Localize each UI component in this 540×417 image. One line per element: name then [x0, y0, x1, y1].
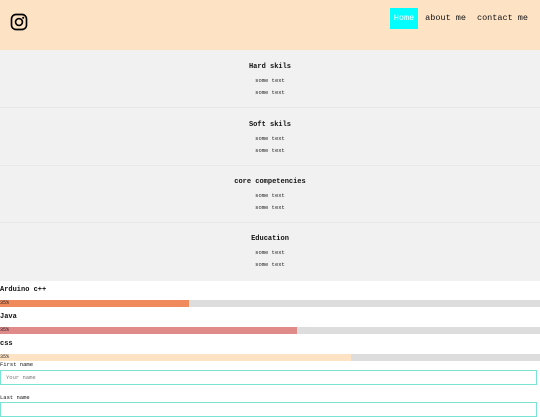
skill-percent: 35% [0, 354, 10, 360]
section-text: some text [255, 192, 285, 199]
section-text: some text [255, 77, 285, 84]
nav-contact-me[interactable]: contact me [473, 8, 532, 29]
section-text: some text [255, 147, 285, 154]
nav-menu: Home about me contact me [387, 8, 532, 29]
sections-area: Hard skils some text some text Soft skil… [0, 50, 540, 281]
skill-name: Arduino c++ [0, 286, 47, 294]
section-title: Education [251, 235, 289, 243]
skill-name: css [0, 340, 13, 348]
section-text: some text [255, 135, 285, 142]
skill-bar-fill [0, 354, 351, 361]
section-text: some text [255, 261, 285, 268]
last-name-label: Last name [0, 394, 30, 401]
section-soft-skills: Soft skils some text some text [0, 108, 540, 166]
first-name-input[interactable] [0, 370, 537, 385]
last-name-input[interactable] [0, 402, 537, 417]
section-hard-skills: Hard skils some text some text [0, 50, 540, 108]
skill-percent: 35% [0, 300, 10, 306]
section-text: some text [255, 249, 285, 256]
skill-bar: 35% [0, 327, 540, 334]
section-title: Hard skils [248, 63, 291, 71]
skill-bar-fill [0, 327, 297, 334]
skill-name: Java [0, 313, 17, 321]
section-title: Soft skils [248, 121, 291, 129]
skill-percent: 35% [0, 327, 10, 333]
site-header: Home about me contact me [0, 0, 540, 50]
first-name-label: First name [0, 361, 34, 368]
skill-bar: 35% [0, 300, 540, 307]
section-title: core competencies [234, 178, 306, 186]
section-education: Education some text some text [0, 222, 540, 279]
section-core-competencies: core competencies some text some text [0, 165, 540, 223]
section-text: some text [255, 89, 285, 96]
section-text: some text [255, 204, 285, 211]
nav-home[interactable]: Home [389, 8, 419, 29]
instagram-icon[interactable] [10, 13, 28, 31]
skill-bar-fill [0, 300, 189, 307]
skill-bar: 35% [0, 354, 540, 361]
nav-about-me[interactable]: about me [421, 8, 470, 29]
